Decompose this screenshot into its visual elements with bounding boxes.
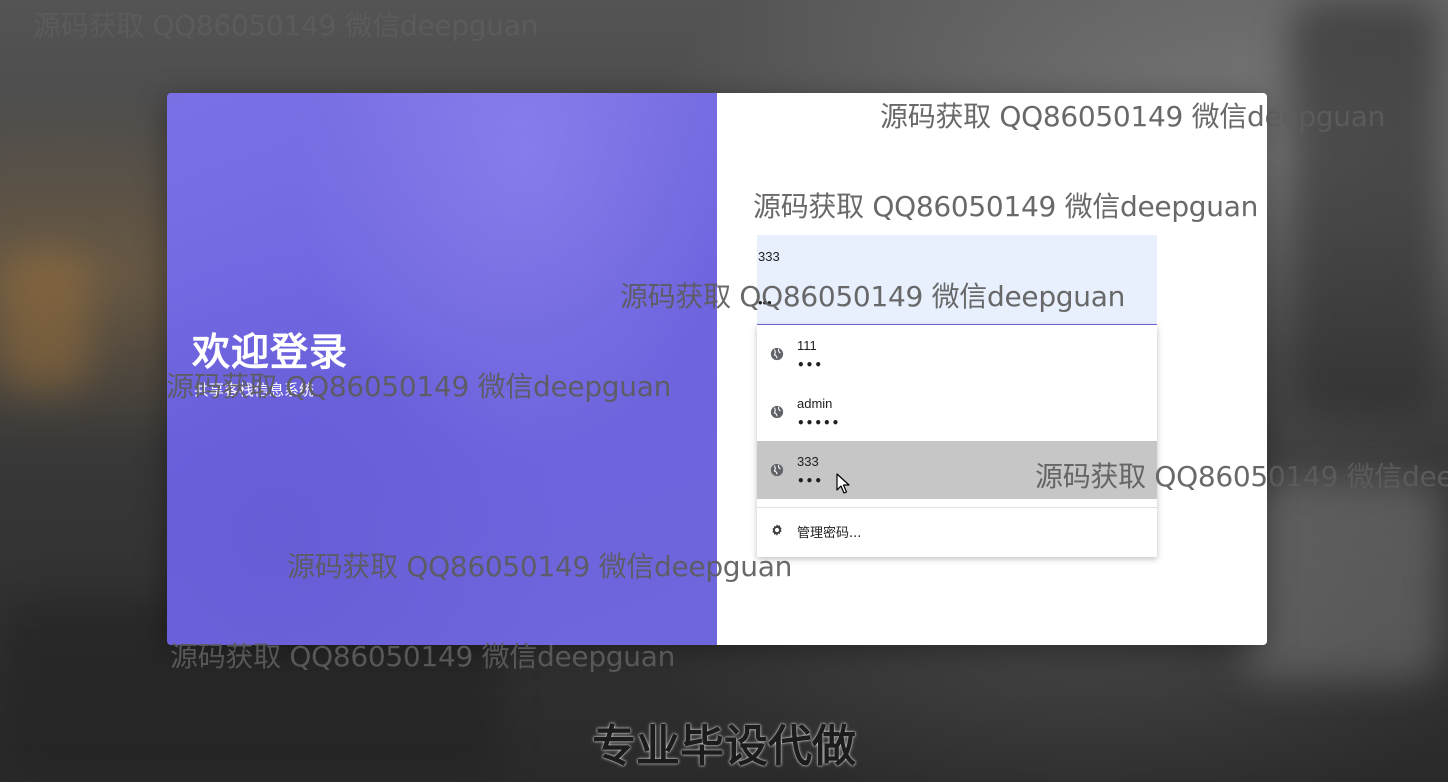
- autofill-username: 111: [797, 338, 817, 353]
- divider: [757, 507, 1157, 508]
- watermark: 源码获取 QQ86050149 微信deepguan: [166, 370, 672, 403]
- username-input[interactable]: 333: [758, 249, 780, 264]
- watermark: 源码获取 QQ86050149 微信deepguan: [1035, 460, 1448, 493]
- globe-icon: [770, 463, 784, 477]
- manage-passwords-item[interactable]: 管理密码...: [757, 515, 1157, 545]
- watermark: 源码获取 QQ86050149 微信deepguan: [33, 9, 539, 42]
- watermark: 源码获取 QQ86050149 微信deepguan: [620, 280, 1126, 313]
- manage-passwords-label: 管理密码...: [797, 526, 862, 541]
- gear-icon: [772, 524, 782, 536]
- globe-icon: [770, 347, 784, 361]
- globe-icon: [770, 405, 784, 419]
- video-caption: 专业毕设代做: [592, 721, 856, 772]
- autofill-item[interactable]: 111 •••: [757, 325, 1157, 383]
- autofill-item[interactable]: admin •••••: [757, 383, 1157, 441]
- autofill-username: admin: [797, 396, 833, 411]
- autofill-password: •••: [797, 358, 824, 372]
- background-shape: [1290, 0, 1440, 420]
- autofill-password: •••••: [797, 416, 841, 430]
- watermark: 源码获取 QQ86050149 微信deepguan: [170, 640, 676, 673]
- mouse-cursor-icon: [836, 473, 850, 494]
- autofill-username: 333: [797, 454, 819, 469]
- background-shape: [1240, 480, 1440, 680]
- watermark: 源码获取 QQ86050149 微信deepguan: [287, 550, 793, 583]
- watermark: 源码获取 QQ86050149 微信deepguan: [880, 100, 1386, 133]
- background-shape: [0, 250, 90, 390]
- autofill-password: •••: [797, 474, 824, 488]
- login-form-panel: 333 ••• 111 ••• admin ••••• 333 ••• 管理密码…: [717, 93, 1267, 645]
- watermark: 源码获取 QQ86050149 微信deepguan: [753, 190, 1259, 223]
- password-autofill-dropdown: 111 ••• admin ••••• 333 ••• 管理密码...: [757, 325, 1157, 557]
